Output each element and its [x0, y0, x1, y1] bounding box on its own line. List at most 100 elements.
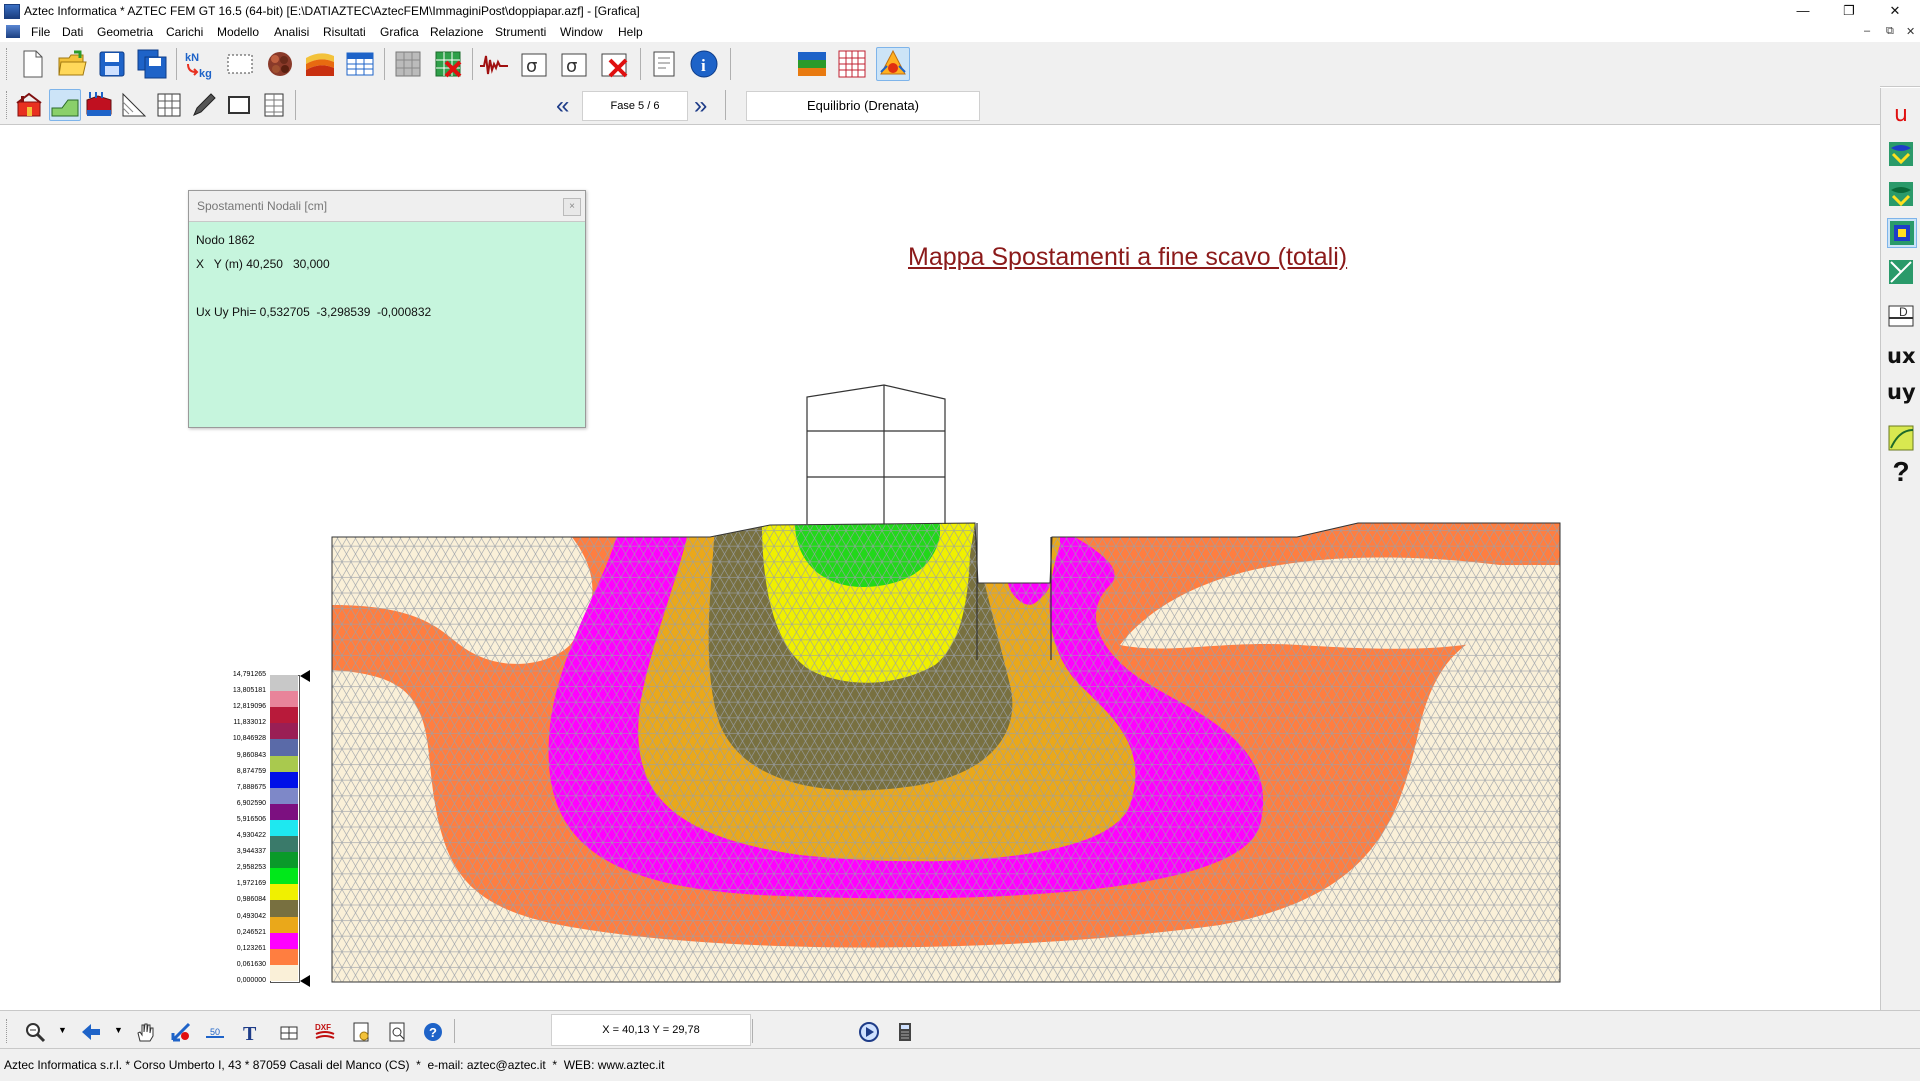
mesh-delete-icon[interactable] [432, 48, 464, 80]
legend-label: 9,860843 [236, 751, 266, 759]
svg-text:T: T [243, 1023, 257, 1043]
map-type-1-icon[interactable] [1887, 140, 1915, 168]
minimize-button[interactable]: — [1780, 0, 1826, 22]
toolbar-grip[interactable] [6, 48, 10, 80]
select-rect-icon[interactable] [224, 48, 256, 80]
back-dropdown-icon[interactable]: ▼ [114, 1025, 123, 1035]
grid-icon[interactable] [836, 48, 868, 80]
map-type-3-icon[interactable] [1887, 218, 1917, 248]
menu-carichi[interactable]: Carichi [166, 25, 203, 39]
toolbar-separator [176, 48, 177, 80]
close-window-button[interactable]: ✕ [1872, 0, 1918, 22]
units-icon[interactable]: kN kg [182, 48, 214, 80]
dxf-export-icon[interactable]: DXF [314, 1021, 336, 1043]
panel-close-button[interactable]: × [563, 198, 581, 216]
mesh-grey-icon[interactable] [392, 48, 424, 80]
menu-modello[interactable]: Modello [217, 25, 259, 39]
menu-window[interactable]: Window [560, 25, 603, 39]
print-setup-icon[interactable] [350, 1021, 372, 1043]
sigma-delete-icon[interactable] [598, 48, 630, 80]
sigma-x-icon[interactable]: σ [518, 48, 550, 80]
menu-help[interactable]: Help [618, 25, 643, 39]
legend-label: 0,000000 [236, 977, 266, 984]
house-icon[interactable] [14, 90, 44, 120]
back-arrow-icon[interactable] [80, 1021, 102, 1043]
legend-label: 0,123261 [236, 944, 266, 952]
triangle-icon[interactable] [119, 90, 149, 120]
prev-phase-button[interactable]: « [556, 92, 569, 120]
help-icon[interactable]: ? [422, 1021, 444, 1043]
loads-icon[interactable] [84, 90, 114, 120]
scale-icon[interactable]: 50 [204, 1021, 226, 1043]
node-label: Nodo 1862 [196, 233, 255, 247]
pencil-icon[interactable] [189, 90, 219, 120]
mdi-close-button[interactable]: ✕ [1906, 25, 1915, 38]
frame-icon[interactable] [224, 90, 254, 120]
save-all-icon[interactable] [136, 48, 168, 80]
map-type-2-icon[interactable] [1887, 180, 1915, 208]
zoom-dropdown-icon[interactable]: ▼ [58, 1025, 67, 1035]
bottom-toolbar: ▼ ▼ 50 T DXF ? [0, 1010, 1920, 1049]
color-map-icon[interactable] [796, 48, 828, 80]
u-total-button[interactable]: u [1887, 102, 1915, 130]
svg-text:σ: σ [526, 56, 537, 77]
menu-risultati[interactable]: Risultati [323, 25, 366, 39]
ux-button[interactable]: ux [1887, 344, 1916, 372]
legend-min-marker[interactable] [300, 975, 310, 987]
title-bar: Aztec Informatica * AZTEC FEM GT 16.5 (6… [0, 0, 1920, 23]
play-icon[interactable] [858, 1021, 880, 1043]
menu-strumenti[interactable]: Strumenti [495, 25, 546, 39]
legend-label: 3,944337 [236, 848, 266, 856]
wall-icon[interactable] [259, 90, 289, 120]
legend-max-marker[interactable] [300, 670, 310, 682]
menu-geometria[interactable]: Geometria [97, 25, 153, 39]
signal-icon[interactable] [478, 48, 510, 80]
info-icon[interactable]: i [688, 48, 720, 80]
soil-layers-icon[interactable] [304, 48, 336, 80]
table-icon[interactable] [344, 48, 376, 80]
maximize-button[interactable]: ❐ [1826, 0, 1872, 22]
open-folder-icon[interactable] [56, 48, 88, 80]
calculator-icon[interactable] [894, 1021, 916, 1043]
fire-icon[interactable] [876, 47, 910, 81]
toolbar-separator [725, 90, 726, 120]
toolbar-grip[interactable] [6, 1019, 10, 1043]
legend-label: 14,791265 [232, 671, 266, 678]
legend-label: 0,493042 [236, 912, 266, 920]
menu-relazione[interactable]: Relazione [430, 25, 483, 39]
help-button[interactable]: ? [1887, 456, 1915, 487]
new-file-icon[interactable] [16, 48, 48, 80]
panel-header[interactable]: Spostamenti Nodali [cm] × [189, 191, 585, 222]
mdi-minimize-button[interactable]: – [1864, 25, 1870, 37]
nodal-displacement-panel[interactable]: Spostamenti Nodali [cm] × Nodo 1862 X Y … [188, 190, 586, 428]
app-icon[interactable] [4, 4, 20, 19]
deformed-mesh-icon[interactable] [1887, 258, 1915, 286]
legend-label: 7,888675 [236, 783, 266, 791]
sigma-2-icon[interactable]: σ [558, 48, 590, 80]
grid-mesh-icon[interactable] [154, 90, 184, 120]
move-icon[interactable] [170, 1021, 192, 1043]
save-icon[interactable] [96, 48, 128, 80]
dimension-icon[interactable] [278, 1021, 300, 1043]
doc-icon[interactable] [6, 25, 20, 38]
mdi-restore-button[interactable]: ⧉ [1886, 25, 1894, 38]
menu-analisi[interactable]: Analisi [274, 25, 309, 39]
legend-swatch [270, 691, 298, 708]
zoom-icon[interactable] [24, 1021, 46, 1043]
page-icon[interactable] [648, 48, 680, 80]
text-tool-icon[interactable]: T [240, 1021, 262, 1045]
analysis-type-label[interactable]: Equilibrio (Drenata) [746, 91, 980, 121]
toolbar-grip[interactable] [6, 91, 10, 119]
print-preview-icon[interactable] [386, 1021, 408, 1043]
uy-button[interactable]: uy [1887, 380, 1916, 408]
curve-plot-icon[interactable] [1887, 424, 1915, 452]
slope-icon[interactable] [49, 89, 81, 121]
menu-grafica[interactable]: Grafica [380, 25, 419, 39]
pan-hand-icon[interactable] [134, 1021, 156, 1043]
panel-title: Spostamenti Nodali [cm] [197, 199, 328, 213]
next-phase-button[interactable]: » [694, 92, 707, 120]
menu-file[interactable]: File [31, 25, 50, 39]
menu-dati[interactable]: Dati [62, 25, 83, 39]
material-icon[interactable] [264, 48, 296, 80]
section-view-icon[interactable]: D [1887, 300, 1915, 328]
